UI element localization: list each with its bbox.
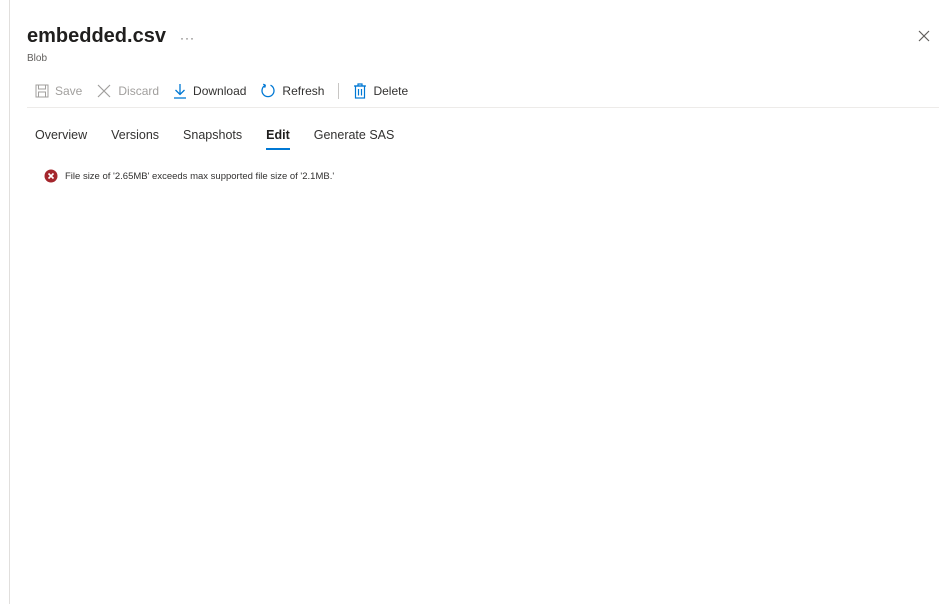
panel-header: embedded.csv ··· Blob [27, 24, 195, 64]
toolbar-separator [338, 83, 340, 99]
tab-overview[interactable]: Overview [35, 128, 87, 148]
discard-button[interactable]: Discard [96, 83, 159, 99]
page-title: embedded.csv [27, 25, 166, 47]
blob-panel: embedded.csv ··· Blob Save Discard Downl… [9, 0, 939, 604]
delete-label: Delete [373, 84, 409, 98]
discard-icon [97, 84, 111, 98]
save-icon [35, 84, 49, 98]
download-icon [174, 84, 187, 99]
error-icon [44, 169, 58, 183]
discard-label: Discard [118, 84, 160, 98]
tab-edit[interactable]: Edit [266, 128, 290, 150]
toolbar-divider [27, 107, 939, 108]
save-label: Save [55, 84, 83, 98]
save-button[interactable]: Save [35, 84, 82, 98]
download-label: Download [193, 84, 247, 98]
page-subtitle: Blob [27, 53, 48, 64]
close-icon[interactable] [916, 28, 932, 44]
refresh-label: Refresh [282, 84, 325, 98]
error-text: File size of '2.65MB' exceeds max suppor… [65, 170, 335, 182]
tab-snapshots[interactable]: Snapshots [183, 128, 242, 148]
download-button[interactable]: Download [173, 83, 246, 99]
command-bar: Save Discard Download Refresh Delete [35, 80, 422, 102]
refresh-button[interactable]: Refresh [260, 83, 324, 99]
tab-versions[interactable]: Versions [111, 128, 159, 148]
refresh-icon [261, 83, 276, 98]
delete-button[interactable]: Delete [353, 83, 408, 99]
title-row: embedded.csv ··· [27, 24, 195, 48]
more-options-icon[interactable]: ··· [180, 31, 195, 45]
tab-bar: Overview Versions Snapshots Edit Generat… [35, 128, 418, 150]
tab-generate-sas[interactable]: Generate SAS [314, 128, 395, 148]
trash-icon [354, 83, 367, 99]
error-message: File size of '2.65MB' exceeds max suppor… [44, 169, 334, 183]
